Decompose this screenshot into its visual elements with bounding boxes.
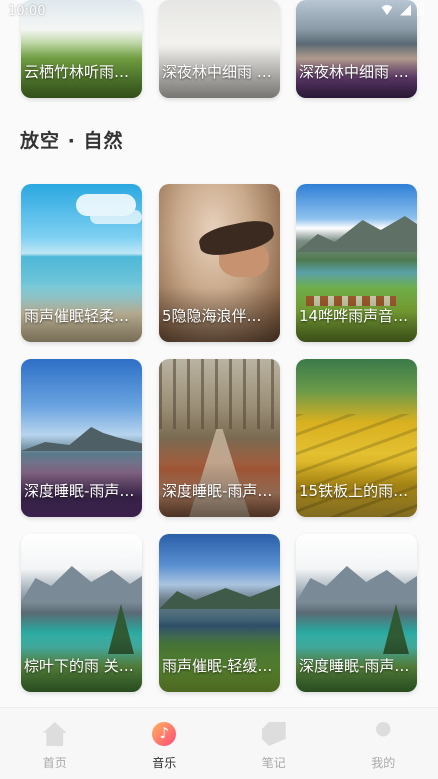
music-icon xyxy=(152,722,177,746)
card-title: 深度睡眠-雨声… xyxy=(24,482,135,500)
nav-item-notes[interactable]: 笔记 xyxy=(219,708,329,779)
card-title: 深度睡眠-雨声… xyxy=(162,482,273,500)
nav-item-music[interactable]: 音乐 xyxy=(110,708,220,779)
music-card[interactable]: 15铁板上的雨… xyxy=(296,359,417,517)
music-card[interactable]: 雨声催眠轻柔… xyxy=(21,184,142,342)
status-time: 10:00 xyxy=(8,4,46,19)
profile-icon xyxy=(376,722,391,737)
wifi-icon xyxy=(380,5,394,15)
nav-label: 音乐 xyxy=(152,756,177,770)
status-bar: 10:00 xyxy=(0,0,438,24)
nav-label: 我的 xyxy=(371,756,396,770)
card-title: 5隐隐海浪伴… xyxy=(162,307,262,325)
card-title: 棕叶下的雨 关… xyxy=(24,657,134,675)
card-title: 雨声催眠-轻缓… xyxy=(162,657,273,675)
card-title: 深夜林中细雨 … xyxy=(162,63,272,81)
nav-label: 笔记 xyxy=(261,756,286,770)
music-card[interactable]: 深度睡眠-雨声… xyxy=(21,359,142,517)
nav-item-profile[interactable]: 我的 xyxy=(329,708,438,779)
nav-label: 首页 xyxy=(42,756,67,770)
card-title: 深度睡眠-雨声… xyxy=(299,657,410,675)
status-icons xyxy=(380,4,424,16)
music-card[interactable]: 深度睡眠-雨声… xyxy=(159,359,280,517)
section-title: 放空 · 自然 xyxy=(20,130,124,152)
card-title: 云栖竹林听雨… xyxy=(24,63,130,81)
battery-icon xyxy=(417,4,424,16)
signal-icon xyxy=(400,4,411,16)
music-card[interactable]: 雨声催眠-轻缓… xyxy=(159,534,280,692)
music-card[interactable]: 棕叶下的雨 关… xyxy=(21,534,142,692)
music-card[interactable]: 深度睡眠-雨声… xyxy=(296,534,417,692)
card-title: 14哗哗雨声音… xyxy=(299,307,409,325)
music-card[interactable]: 14哗哗雨声音… xyxy=(296,184,417,342)
card-title: 深夜林中细雨 … xyxy=(299,63,409,81)
note-icon xyxy=(261,722,286,746)
bottom-nav: 首页 音乐 笔记 我的 xyxy=(0,707,438,779)
card-title: 雨声催眠轻柔… xyxy=(24,307,130,325)
music-card[interactable]: 5隐隐海浪伴… xyxy=(159,184,280,342)
home-icon xyxy=(42,722,67,746)
card-title: 15铁板上的雨… xyxy=(299,482,409,500)
nav-item-home[interactable]: 首页 xyxy=(0,708,110,779)
